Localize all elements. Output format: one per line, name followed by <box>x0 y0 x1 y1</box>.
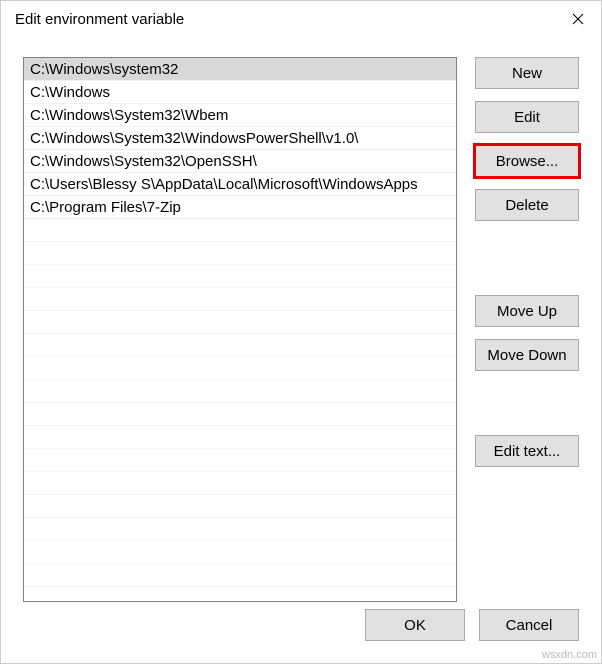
spacer <box>475 233 579 283</box>
list-item-empty[interactable] <box>24 426 456 449</box>
close-button[interactable] <box>555 1 601 37</box>
list-item-empty[interactable] <box>24 334 456 357</box>
dialog-content: C:\Windows\system32C:\WindowsC:\Windows\… <box>1 37 601 663</box>
spacer <box>475 383 579 423</box>
path-listbox[interactable]: C:\Windows\system32C:\WindowsC:\Windows\… <box>23 57 457 602</box>
list-item[interactable]: C:\Users\Blessy S\AppData\Local\Microsof… <box>24 173 456 196</box>
new-button[interactable]: New <box>475 57 579 89</box>
delete-button[interactable]: Delete <box>475 189 579 221</box>
edit-button[interactable]: Edit <box>475 101 579 133</box>
titlebar: Edit environment variable <box>1 1 601 37</box>
list-item-empty[interactable] <box>24 518 456 541</box>
list-item-empty[interactable] <box>24 219 456 242</box>
dialog-footer: OK Cancel <box>365 609 579 641</box>
close-icon <box>572 13 584 25</box>
list-item-empty[interactable] <box>24 564 456 587</box>
list-item-empty[interactable] <box>24 495 456 518</box>
main-row: C:\Windows\system32C:\WindowsC:\Windows\… <box>23 57 579 602</box>
move-up-button[interactable]: Move Up <box>475 295 579 327</box>
list-item-empty[interactable] <box>24 265 456 288</box>
list-item-empty[interactable] <box>24 541 456 564</box>
cancel-button[interactable]: Cancel <box>479 609 579 641</box>
list-item[interactable]: C:\Windows\System32\Wbem <box>24 104 456 127</box>
list-item-empty[interactable] <box>24 357 456 380</box>
list-item[interactable]: C:\Windows\System32\OpenSSH\ <box>24 150 456 173</box>
list-item[interactable]: C:\Windows\system32 <box>24 58 456 81</box>
list-item-empty[interactable] <box>24 403 456 426</box>
list-item[interactable]: C:\Windows\System32\WindowsPowerShell\v1… <box>24 127 456 150</box>
window-title: Edit environment variable <box>15 11 184 28</box>
list-item-empty[interactable] <box>24 242 456 265</box>
ok-button[interactable]: OK <box>365 609 465 641</box>
list-item-empty[interactable] <box>24 449 456 472</box>
edit-text-button[interactable]: Edit text... <box>475 435 579 467</box>
browse-button[interactable]: Browse... <box>475 145 579 177</box>
list-item-empty[interactable] <box>24 472 456 495</box>
list-item[interactable]: C:\Program Files\7-Zip <box>24 196 456 219</box>
list-item[interactable]: C:\Windows <box>24 81 456 104</box>
list-item-empty[interactable] <box>24 380 456 403</box>
move-down-button[interactable]: Move Down <box>475 339 579 371</box>
button-column: New Edit Browse... Delete Move Up Move D… <box>475 57 579 602</box>
list-item-empty[interactable] <box>24 288 456 311</box>
list-item-empty[interactable] <box>24 311 456 334</box>
